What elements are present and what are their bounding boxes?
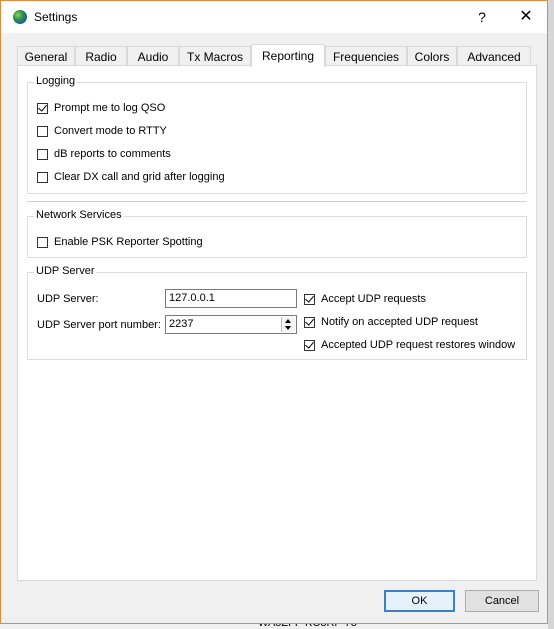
- tab-frequencies[interactable]: Frequencies: [325, 46, 407, 66]
- checkbox-box[interactable]: [304, 316, 315, 328]
- help-button[interactable]: ?: [467, 5, 497, 29]
- network-group-title: Network Services: [34, 209, 124, 221]
- spin-up-icon[interactable]: [285, 319, 291, 323]
- udp-group-title: UDP Server: [34, 265, 97, 277]
- window-title: Settings: [34, 10, 78, 24]
- close-button[interactable]: ✕: [511, 5, 541, 29]
- checkbox-label: Accept UDP requests: [321, 293, 426, 305]
- checkbox-box[interactable]: [37, 171, 48, 183]
- title-bar: Settings ? ✕: [1, 1, 547, 33]
- logging-group: Logging Prompt me to log QSO Convert mod…: [27, 75, 527, 194]
- reporting-panel: Logging Prompt me to log QSO Convert mod…: [17, 65, 537, 581]
- background-window-edge: [548, 0, 554, 629]
- checkbox-label: Convert mode to RTTY: [54, 125, 167, 137]
- tab-advanced[interactable]: Advanced: [457, 46, 531, 66]
- tab-colors[interactable]: Colors: [407, 46, 457, 66]
- checkbox-label: Clear DX call and grid after logging: [54, 171, 225, 183]
- checkbox-label: Notify on accepted UDP request: [321, 316, 478, 328]
- udp-port-value: 2237: [169, 318, 194, 330]
- prompt-log-qso-checkbox[interactable]: Prompt me to log QSO: [37, 100, 165, 116]
- checkbox-label: dB reports to comments: [54, 148, 171, 160]
- tab-audio[interactable]: Audio: [127, 46, 179, 66]
- checkbox-label: Prompt me to log QSO: [54, 102, 166, 114]
- udp-restores-window-checkbox[interactable]: Accepted UDP request restores window: [304, 337, 515, 353]
- udp-server-label: UDP Server:: [37, 293, 99, 305]
- db-reports-comments-checkbox[interactable]: dB reports to comments: [37, 146, 171, 162]
- checkbox-box[interactable]: [304, 339, 315, 351]
- cancel-button[interactable]: Cancel: [465, 590, 539, 612]
- notify-udp-request-checkbox[interactable]: Notify on accepted UDP request: [304, 314, 478, 330]
- settings-dialog: Settings ? ✕ General Radio Audio Tx Macr…: [0, 0, 548, 624]
- convert-mode-rtty-checkbox[interactable]: Convert mode to RTTY: [37, 123, 167, 139]
- udp-server-group: UDP Server UDP Server: 127.0.0.1 UDP Ser…: [27, 265, 527, 360]
- accept-udp-requests-checkbox[interactable]: Accept UDP requests: [304, 291, 426, 307]
- udp-port-spinbox[interactable]: 2237: [165, 315, 297, 334]
- udp-port-label: UDP Server port number:: [37, 319, 161, 331]
- section-separator: [27, 201, 527, 202]
- udp-server-input[interactable]: 127.0.0.1: [165, 289, 297, 308]
- network-services-group: Network Services Enable PSK Reporter Spo…: [27, 209, 527, 258]
- logging-group-title: Logging: [34, 75, 78, 87]
- checkbox-box[interactable]: [37, 102, 48, 114]
- spin-buttons[interactable]: [281, 317, 295, 332]
- checkbox-box[interactable]: [37, 148, 48, 160]
- psk-reporter-checkbox[interactable]: Enable PSK Reporter Spotting: [37, 234, 203, 250]
- checkbox-label: Enable PSK Reporter Spotting: [54, 236, 203, 248]
- tab-radio[interactable]: Radio: [75, 46, 127, 66]
- checkbox-box[interactable]: [37, 125, 48, 137]
- ok-button[interactable]: OK: [384, 590, 455, 612]
- globe-icon: [13, 10, 27, 24]
- checkbox-box[interactable]: [304, 293, 315, 305]
- tab-reporting[interactable]: Reporting: [251, 44, 325, 67]
- spin-down-icon[interactable]: [285, 326, 291, 330]
- clear-dx-call-checkbox[interactable]: Clear DX call and grid after logging: [37, 169, 225, 185]
- checkbox-label: Accepted UDP request restores window: [321, 339, 516, 351]
- tab-tx-macros[interactable]: Tx Macros: [179, 46, 251, 66]
- tab-general[interactable]: General: [17, 46, 75, 66]
- checkbox-box[interactable]: [37, 236, 48, 248]
